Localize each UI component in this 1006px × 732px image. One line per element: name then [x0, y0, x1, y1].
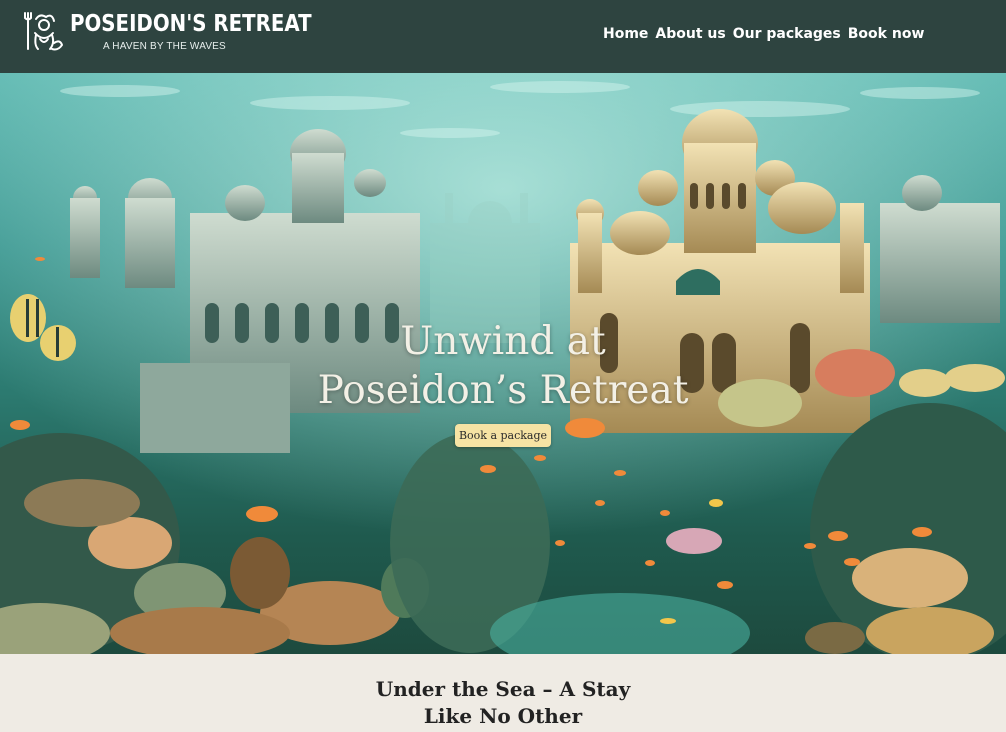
main-nav: Home About us Our packages Book now: [603, 26, 924, 42]
book-package-button[interactable]: Book a package: [455, 424, 551, 447]
hero-title-line-2: Poseidon’s Retreat: [317, 368, 689, 413]
nav-packages-link[interactable]: Our packages: [733, 26, 841, 42]
hero-section: Unwind at Poseidon’s Retreat Book a pack…: [0, 73, 1006, 654]
brand-tagline: A HAVEN BY THE WAVES: [103, 41, 226, 52]
intro-section: Under the Sea – A Stay Like No Other: [0, 654, 1006, 732]
intro-heading-line-2: Like No Other: [423, 704, 583, 728]
intro-heading: Under the Sea – A Stay Like No Other: [0, 676, 1006, 730]
site-header: POSEIDON'S RETREAT A HAVEN BY THE WAVES …: [0, 0, 1006, 73]
intro-heading-line-1: Under the Sea – A Stay: [375, 677, 631, 701]
hero-title-line-1: Unwind at: [400, 319, 606, 364]
brand-title[interactable]: POSEIDON'S RETREAT: [70, 11, 312, 37]
nav-home-link[interactable]: Home: [603, 26, 648, 42]
hero-title: Unwind at Poseidon’s Retreat: [0, 317, 1006, 415]
nav-about-link[interactable]: About us: [655, 26, 725, 42]
poseidon-trident-logo-icon[interactable]: [22, 9, 66, 53]
nav-book-link[interactable]: Book now: [848, 26, 925, 42]
